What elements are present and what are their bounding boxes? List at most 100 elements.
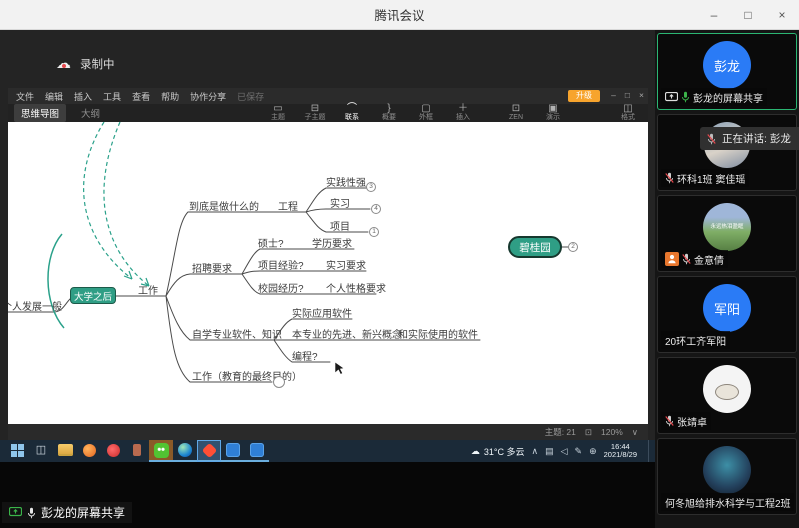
toolbar-topic-button[interactable]: ▭ 主题 <box>260 103 296 122</box>
mic-muted-icon <box>665 415 674 427</box>
minimize-icon[interactable]: – <box>697 0 731 30</box>
menu-insert[interactable]: 插入 <box>74 90 92 103</box>
maximize-icon[interactable]: □ <box>731 0 765 30</box>
weather-widget[interactable]: ☁31°C 多云 <box>471 445 525 458</box>
screen-share-icon <box>9 507 22 518</box>
start-button[interactable] <box>5 440 29 462</box>
host-badge-icon <box>665 252 679 266</box>
mic-on-icon <box>681 91 690 103</box>
small-app-icon <box>133 444 141 456</box>
app-orange-button[interactable] <box>77 440 101 462</box>
mindmap-canvas[interactable]: 个人发展一般 大学之后 工作 到底是做什么的 工程 实践性强 实习 项目 招聘要… <box>8 122 648 424</box>
topic-coding[interactable]: 编程? <box>292 348 318 363</box>
toolbar-subtopic-button[interactable]: ⊟ 子主题 <box>297 103 333 122</box>
tray-network-icon[interactable]: ⊕ <box>589 446 597 457</box>
app-blue2-button[interactable] <box>245 440 269 462</box>
participant-tile[interactable]: 军阳 20环工齐军阳 <box>657 276 797 353</box>
toolbar-relation-button[interactable]: ⌒ 联系 <box>334 103 370 122</box>
topic-recruit[interactable]: 招聘要求 <box>192 260 232 275</box>
topic-edu-req[interactable]: 学历要求 <box>312 235 352 250</box>
topic-project[interactable]: 项目 <box>330 218 350 233</box>
topic-master[interactable]: 硕士? <box>258 235 284 250</box>
zen-icon: ⊡ <box>498 103 534 114</box>
avatar: 军阳 <box>703 284 751 332</box>
menu-file[interactable]: 文件 <box>16 90 34 103</box>
participant-tile[interactable]: 永远热泪盈眶 金意倩 <box>657 195 797 272</box>
toolbar-zen-button[interactable]: ⊡ ZEN <box>498 103 534 122</box>
topic-work-goal[interactable]: 工作（教育的最终目的） <box>192 368 302 383</box>
participant-tile-sharer[interactable]: 彭龙 彭龙的屏幕共享 <box>657 33 797 110</box>
topic-personality[interactable]: 个人性格要求 <box>326 280 386 295</box>
topic-intern[interactable]: 实习 <box>330 195 350 210</box>
topic-proj-exp[interactable]: 项目经验? <box>258 257 304 272</box>
topic-eng[interactable]: 工程 <box>278 198 298 213</box>
collapse-badge[interactable]: 3 <box>366 182 376 192</box>
collapse-badge[interactable]: 1 <box>369 227 379 237</box>
tray-chevron-icon[interactable]: ∧ <box>532 446 539 457</box>
topic-practice[interactable]: 实践性强 <box>326 174 366 189</box>
participant-tile[interactable]: 环科1班 窦佳瑶 <box>657 114 797 191</box>
show-desktop-button[interactable] <box>648 440 652 462</box>
toolbar-boundary-button[interactable]: ▢ 外框 <box>408 103 444 122</box>
tray-pen-icon[interactable]: ✎ <box>575 446 583 457</box>
menu-help[interactable]: 帮助 <box>161 90 179 103</box>
topic-company[interactable]: 碧桂园 <box>508 236 562 258</box>
app-close-icon[interactable]: × <box>639 90 644 100</box>
taskbar-clock[interactable]: 16:44 2021/8/29 <box>604 443 637 460</box>
wechat-button[interactable] <box>149 440 173 462</box>
toolbar-format-button[interactable]: ◫ 格式 <box>610 103 646 122</box>
orange-app-icon <box>83 444 96 457</box>
menu-view[interactable]: 查看 <box>132 90 150 103</box>
weather-cloud-icon: ☁ <box>471 446 480 457</box>
insert-icon: ＋ <box>445 103 481 114</box>
toolbar-insert-button[interactable]: ＋ 插入 <box>445 103 481 122</box>
tab-mindmap[interactable]: 思维导图 <box>14 104 66 122</box>
topic-selfstudy[interactable]: 自学专业软件、知识 <box>192 326 282 341</box>
saved-hint: 已保存 <box>237 90 264 103</box>
topic-apps[interactable]: 实际应用软件 <box>292 305 352 320</box>
tab-outline[interactable]: 大纲 <box>74 104 107 122</box>
fit-window-icon[interactable]: ⊡ <box>585 427 592 438</box>
file-explorer-button[interactable] <box>53 440 77 462</box>
topic-work[interactable]: 工作 <box>138 282 158 297</box>
collapse-badge[interactable]: 2 <box>568 242 578 252</box>
app-blue1-button[interactable] <box>221 440 245 462</box>
topic-used-software[interactable]: 和实际使用的软件 <box>398 326 478 341</box>
app-maximize-icon[interactable]: □ <box>625 90 630 100</box>
app-red-button[interactable] <box>101 440 125 462</box>
zoom-stepper-icon[interactable]: ∨ <box>632 427 638 438</box>
taskbar: ◫ ☁31°C 多云 ∧ ▤ ◁ ✎ ⊕ 16:44 2021/8/29 <box>0 440 655 462</box>
edge-button[interactable] <box>173 440 197 462</box>
menu-share[interactable]: 协作分享 <box>190 90 226 103</box>
screen-share-banner: 彭龙的屏幕共享 <box>2 502 132 523</box>
tray-speaker-icon[interactable]: ◁ <box>561 446 568 457</box>
relation-icon: ⌒ <box>334 103 370 114</box>
toolbar-summary-button[interactable]: } 概要 <box>371 103 407 122</box>
toolbar-present-button[interactable]: ▣ 演示 <box>535 103 571 122</box>
app-menubar: 文件 编辑 插入 工具 查看 帮助 协作分享 已保存 升级 – □ × <box>8 88 648 104</box>
topic-advanced[interactable]: 本专业的先进、新兴概念 <box>292 326 402 341</box>
task-view-button[interactable]: ◫ <box>29 440 53 462</box>
bird-cartoon <box>715 384 739 400</box>
topic-left-sibling[interactable]: 个人发展一般 <box>8 298 62 313</box>
collapse-badge[interactable]: 4 <box>371 204 381 214</box>
topic-campus[interactable]: 校园经历? <box>258 280 304 295</box>
participant-tile[interactable]: 何冬旭给排水科学与工程2班 <box>657 438 797 515</box>
close-icon[interactable]: × <box>765 0 799 30</box>
topic-intern-req[interactable]: 实习要求 <box>326 257 366 272</box>
tray-battery-icon[interactable]: ▤ <box>545 446 554 457</box>
app-small-button[interactable] <box>125 440 149 462</box>
avatar <box>703 365 751 413</box>
menu-edit[interactable]: 编辑 <box>45 90 63 103</box>
app-minimize-icon[interactable]: – <box>611 90 616 100</box>
menu-tools[interactable]: 工具 <box>103 90 121 103</box>
shared-screen-stage: ☁ 录制中 文件 编辑 插入 工具 查看 帮助 协作分享 已保存 升级 – □ … <box>0 30 655 528</box>
avatar: 永远热泪盈眶 <box>703 203 751 251</box>
participant-tile[interactable]: 张靖卓 <box>657 357 797 434</box>
upgrade-button[interactable]: 升级 <box>568 90 600 102</box>
topic-marker-icon[interactable] <box>273 376 285 388</box>
zoom-level[interactable]: 120% <box>601 427 623 437</box>
topic-what[interactable]: 到底是做什么的 <box>189 198 259 213</box>
topic-root-selected[interactable]: 大学之后 <box>70 287 116 304</box>
meeting-app-button[interactable] <box>197 440 221 462</box>
